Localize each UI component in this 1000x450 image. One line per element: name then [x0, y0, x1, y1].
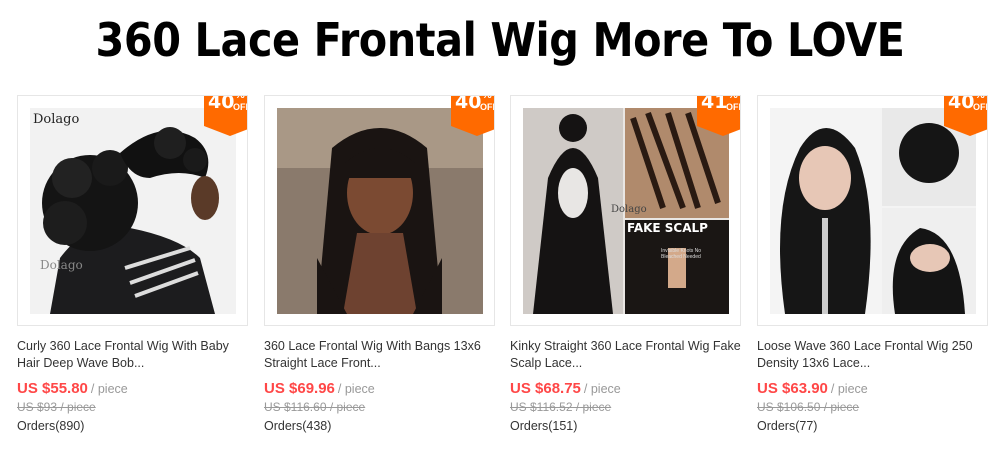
product-thumbnail[interactable]: Dolago Dolago 40 % OFF [17, 95, 248, 326]
straight-bangs-wig-photo-icon [277, 108, 483, 314]
price-row: US $69.96/ piece [264, 380, 495, 398]
product-title[interactable]: Kinky Straight 360 Lace Frontal Wig Fake… [510, 338, 741, 372]
product-title[interactable]: 360 Lace Frontal Wig With Bangs 13x6 Str… [264, 338, 495, 372]
discount-percent: % [728, 95, 738, 101]
orders-count: Orders(890) [17, 419, 85, 433]
original-price: US $116.52 / piece [510, 400, 612, 414]
product-card[interactable]: Dolago Dolago 40 % OFF Curly 360 Lace Fr… [17, 95, 248, 434]
watermark-text: Dolago [40, 258, 83, 272]
price-row: US $55.80/ piece [17, 380, 248, 398]
original-price: US $93 / piece [17, 400, 96, 414]
discount-value: 40 [948, 95, 975, 113]
original-price: US $106.50 / piece [757, 400, 860, 414]
loose-wave-wig-photo-icon [770, 108, 976, 314]
discount-percent: % [235, 95, 245, 101]
product-price: US $69.96 [264, 380, 335, 397]
kinky-straight-wig-photo-icon: FAKE SCALP Invisible Knots No Bleached N… [523, 108, 729, 314]
discount-value: 41 [701, 95, 728, 113]
discount-percent: % [482, 95, 492, 101]
product-price: US $68.75 [510, 380, 581, 397]
product-price: US $63.90 [757, 380, 828, 397]
product-card[interactable]: 40 % OFF Loose Wave 360 Lace Frontal Wig… [757, 95, 988, 434]
brand-logo: Dolago [33, 112, 80, 127]
price-unit: / piece [830, 382, 868, 396]
curly-wig-photo-icon: Dolago Dolago [30, 108, 236, 314]
discount-off-label: OFF [726, 102, 740, 112]
product-title[interactable]: Loose Wave 360 Lace Frontal Wig 250 Dens… [757, 338, 988, 372]
orders-count: Orders(151) [510, 419, 578, 433]
discount-badge: 41 % OFF [697, 95, 740, 138]
orders-count: Orders(438) [264, 419, 332, 433]
price-row: US $68.75/ piece [510, 380, 741, 398]
product-thumbnail[interactable]: 40 % OFF [264, 95, 495, 326]
product-card[interactable]: FAKE SCALP Invisible Knots No Bleached N… [510, 95, 741, 434]
product-title[interactable]: Curly 360 Lace Frontal Wig With Baby Hai… [17, 338, 248, 372]
discount-off-label: OFF [233, 102, 247, 112]
discount-off-label: OFF [973, 102, 987, 112]
watermark-text: Dolago [611, 204, 647, 215]
fake-scalp-subtext: Invisible Knots No Bleached Needed [661, 248, 702, 260]
discount-value: 40 [208, 95, 235, 113]
orders-count: Orders(77) [757, 419, 818, 433]
banner-title: 360 Lace Frontal Wig More To LOVE [95, 13, 905, 67]
price-unit: / piece [583, 382, 621, 396]
product-thumbnail[interactable]: FAKE SCALP Invisible Knots No Bleached N… [510, 95, 741, 326]
discount-badge: 40 % OFF [204, 95, 247, 138]
discount-off-label: OFF [480, 102, 494, 112]
product-thumbnail[interactable]: 40 % OFF [757, 95, 988, 326]
discount-badge: 40 % OFF [944, 95, 987, 138]
price-unit: / piece [90, 382, 128, 396]
discount-badge: 40 % OFF [451, 95, 494, 138]
fake-scalp-label: FAKE SCALP [627, 221, 708, 235]
original-price: US $116.60 / piece [264, 400, 366, 414]
price-unit: / piece [337, 382, 375, 396]
product-price: US $55.80 [17, 380, 88, 397]
discount-percent: % [975, 95, 985, 101]
price-row: US $63.90/ piece [757, 380, 988, 398]
product-card[interactable]: 40 % OFF 360 Lace Frontal Wig With Bangs… [264, 95, 495, 434]
discount-value: 40 [455, 95, 482, 113]
